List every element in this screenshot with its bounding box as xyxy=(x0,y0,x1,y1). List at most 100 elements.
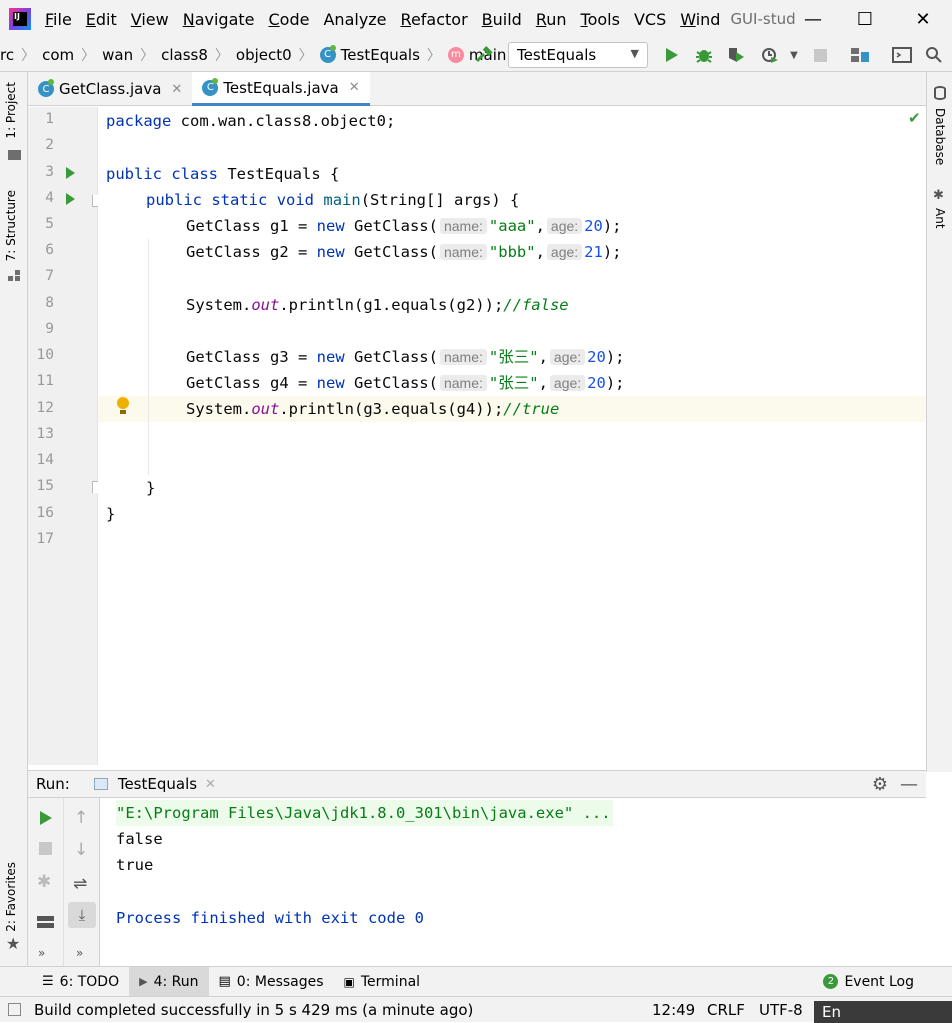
chevron-down-icon[interactable]: ▼ xyxy=(782,43,806,67)
code-line-1: package com.wan.class8.object0; xyxy=(106,112,396,130)
console-icon xyxy=(93,778,108,790)
toggle-tool-windows-icon[interactable] xyxy=(8,1003,21,1016)
caret-position[interactable]: 12:49 xyxy=(652,1001,695,1019)
tab-terminal[interactable]: ▣ Terminal xyxy=(334,967,431,997)
arrow-down-icon[interactable]: ↓ xyxy=(74,840,88,860)
scroll-to-end-icon[interactable]: ⤓ xyxy=(68,902,96,928)
structure-tool-tab[interactable]: 7: Structure xyxy=(4,190,18,261)
terminal-icon: ▣ xyxy=(343,974,355,989)
line-number: 16 xyxy=(36,505,54,521)
line-separator[interactable]: CRLF xyxy=(707,1001,745,1019)
more-icon[interactable]: » xyxy=(76,946,83,960)
menu-edit[interactable]: Edit xyxy=(86,10,117,29)
menu-refactor[interactable]: Refactor xyxy=(401,10,468,29)
parameter-hint: name: xyxy=(439,218,487,234)
line-number: 8 xyxy=(45,295,54,311)
settings-bug-icon[interactable]: ✱ xyxy=(37,872,51,892)
stop-icon[interactable] xyxy=(39,842,52,855)
rerun-icon[interactable] xyxy=(39,810,53,830)
intellij-logo-icon[interactable]: IJ xyxy=(9,8,31,30)
menu-bar: IJ File Edit View Navigate Code Analyze … xyxy=(0,0,952,38)
close-window-button[interactable]: ✕ xyxy=(900,0,946,38)
code-line-5: GetClass g1 = new GetClass(name: "aaa", ag… xyxy=(186,217,622,235)
status-message[interactable]: Build completed successfully in 5 s 429 … xyxy=(34,1001,473,1019)
line-number: 11 xyxy=(36,373,54,389)
coverage-icon[interactable] xyxy=(724,43,748,67)
breadcrumb-separator-icon: 〉 xyxy=(426,47,441,64)
menu-code[interactable]: Code xyxy=(269,10,310,29)
stop-icon[interactable] xyxy=(808,43,832,67)
run-gutter-icon[interactable] xyxy=(66,193,75,205)
run-tab-label[interactable]: TestEquals xyxy=(118,775,197,793)
ant-tool-tab[interactable]: Ant xyxy=(933,208,947,229)
tab-getclass-java[interactable]: C GetClass.java ✕ xyxy=(28,72,192,106)
close-tab-icon[interactable]: ✕ xyxy=(171,82,182,97)
run-toolbar: ✱ » xyxy=(28,798,64,966)
profile-icon[interactable] xyxy=(758,43,782,67)
tab-todo[interactable]: ☰ 6: TODO xyxy=(32,967,129,997)
project-tool-tab[interactable]: 1: Project xyxy=(4,82,18,139)
breadcrumb-class8[interactable]: class8 xyxy=(161,46,208,64)
run-panel-label: Run: xyxy=(36,775,70,793)
search-icon[interactable] xyxy=(922,43,946,67)
method-icon: m xyxy=(447,46,464,63)
console-output[interactable]: "E:\Program Files\Java\jdk1.8.0_301\bin\… xyxy=(100,798,952,966)
menu-analyze[interactable]: Analyze xyxy=(323,10,386,29)
database-tool-tab[interactable]: Database xyxy=(933,108,947,165)
breadcrumb-separator-icon: 〉 xyxy=(81,47,96,64)
debug-icon[interactable] xyxy=(692,43,716,67)
file-encoding[interactable]: UTF-8 xyxy=(759,1001,803,1019)
terminal-icon[interactable] xyxy=(890,43,914,67)
project-structure-icon[interactable] xyxy=(848,43,872,67)
line-number: 1 xyxy=(45,111,54,127)
menu-window[interactable]: Wind xyxy=(680,10,720,29)
left-tool-strip: 1: Project 7: Structure 2: Favorites ★ xyxy=(0,72,28,996)
line-number: 12 xyxy=(36,400,54,416)
more-icon[interactable]: » xyxy=(38,946,45,960)
tab-testequals-java[interactable]: C TestEquals.java ✕ xyxy=(192,72,370,106)
favorites-tool-tab[interactable]: 2: Favorites xyxy=(4,862,18,932)
run-gutter-icon[interactable] xyxy=(66,167,75,179)
menu-navigate[interactable]: Navigate xyxy=(183,10,255,29)
event-log-button[interactable]: 2 Event Log xyxy=(813,967,924,997)
tool-window-bar: ☰ 6: TODO ▶ 4: Run ▤ 0: Messages ▣ Terminal … xyxy=(0,966,952,997)
chevron-down-icon: ▼ xyxy=(630,47,639,60)
close-tab-icon[interactable]: ✕ xyxy=(205,777,216,792)
code-editor[interactable]: ✔ package com.wan.class8.object0; public… xyxy=(98,107,926,765)
menu-tools[interactable]: Tools xyxy=(581,10,620,29)
hammer-icon[interactable] xyxy=(472,43,496,67)
menu-view[interactable]: View xyxy=(131,10,169,29)
gear-icon[interactable]: ⚙ xyxy=(872,774,888,795)
menu-build[interactable]: Build xyxy=(482,10,522,29)
breadcrumb-separator-icon: 〉 xyxy=(140,47,155,64)
menu-file[interactable]: File xyxy=(45,10,72,29)
minimize-button[interactable]: — xyxy=(790,0,836,38)
maximize-button[interactable]: ☐ xyxy=(842,0,888,38)
line-number: 17 xyxy=(36,531,54,547)
line-number: 13 xyxy=(36,426,54,442)
breadcrumb-wan[interactable]: wan xyxy=(102,46,133,64)
menu-run[interactable]: Run xyxy=(536,10,567,29)
layout-icon[interactable] xyxy=(37,916,54,930)
tab-messages[interactable]: ▤ 0: Messages xyxy=(209,967,334,997)
run-configuration-select[interactable]: TestEquals ▼ xyxy=(508,42,648,68)
arrow-up-icon[interactable]: ↑ xyxy=(74,808,88,828)
line-number: 3 xyxy=(45,164,54,180)
close-tab-icon[interactable]: ✕ xyxy=(349,80,360,95)
menu-vcs[interactable]: VCS xyxy=(634,10,666,29)
breadcrumb-com[interactable]: com xyxy=(42,46,74,64)
indent-guide xyxy=(148,239,149,475)
minimize-panel-icon[interactable]: — xyxy=(900,774,918,795)
code-line-4: public static void main(String[] args) { xyxy=(146,191,520,209)
soft-wrap-icon[interactable]: ⇌ xyxy=(73,874,87,894)
database-icon xyxy=(934,86,946,100)
run-icon[interactable] xyxy=(660,43,684,67)
breadcrumb-object0[interactable]: object0 xyxy=(236,46,292,64)
run-panel-header: Run: TestEquals ✕ ⚙ — xyxy=(28,770,926,798)
lightbulb-icon[interactable] xyxy=(116,397,130,417)
breadcrumb-testequals[interactable]: C TestEquals xyxy=(319,44,420,64)
breadcrumb-src[interactable]: rc xyxy=(0,46,14,64)
code-line-11: GetClass g4 = new GetClass(name: "张三", age… xyxy=(186,374,625,392)
tab-run[interactable]: ▶ 4: Run xyxy=(129,966,209,997)
parameter-hint: age: xyxy=(549,349,586,365)
